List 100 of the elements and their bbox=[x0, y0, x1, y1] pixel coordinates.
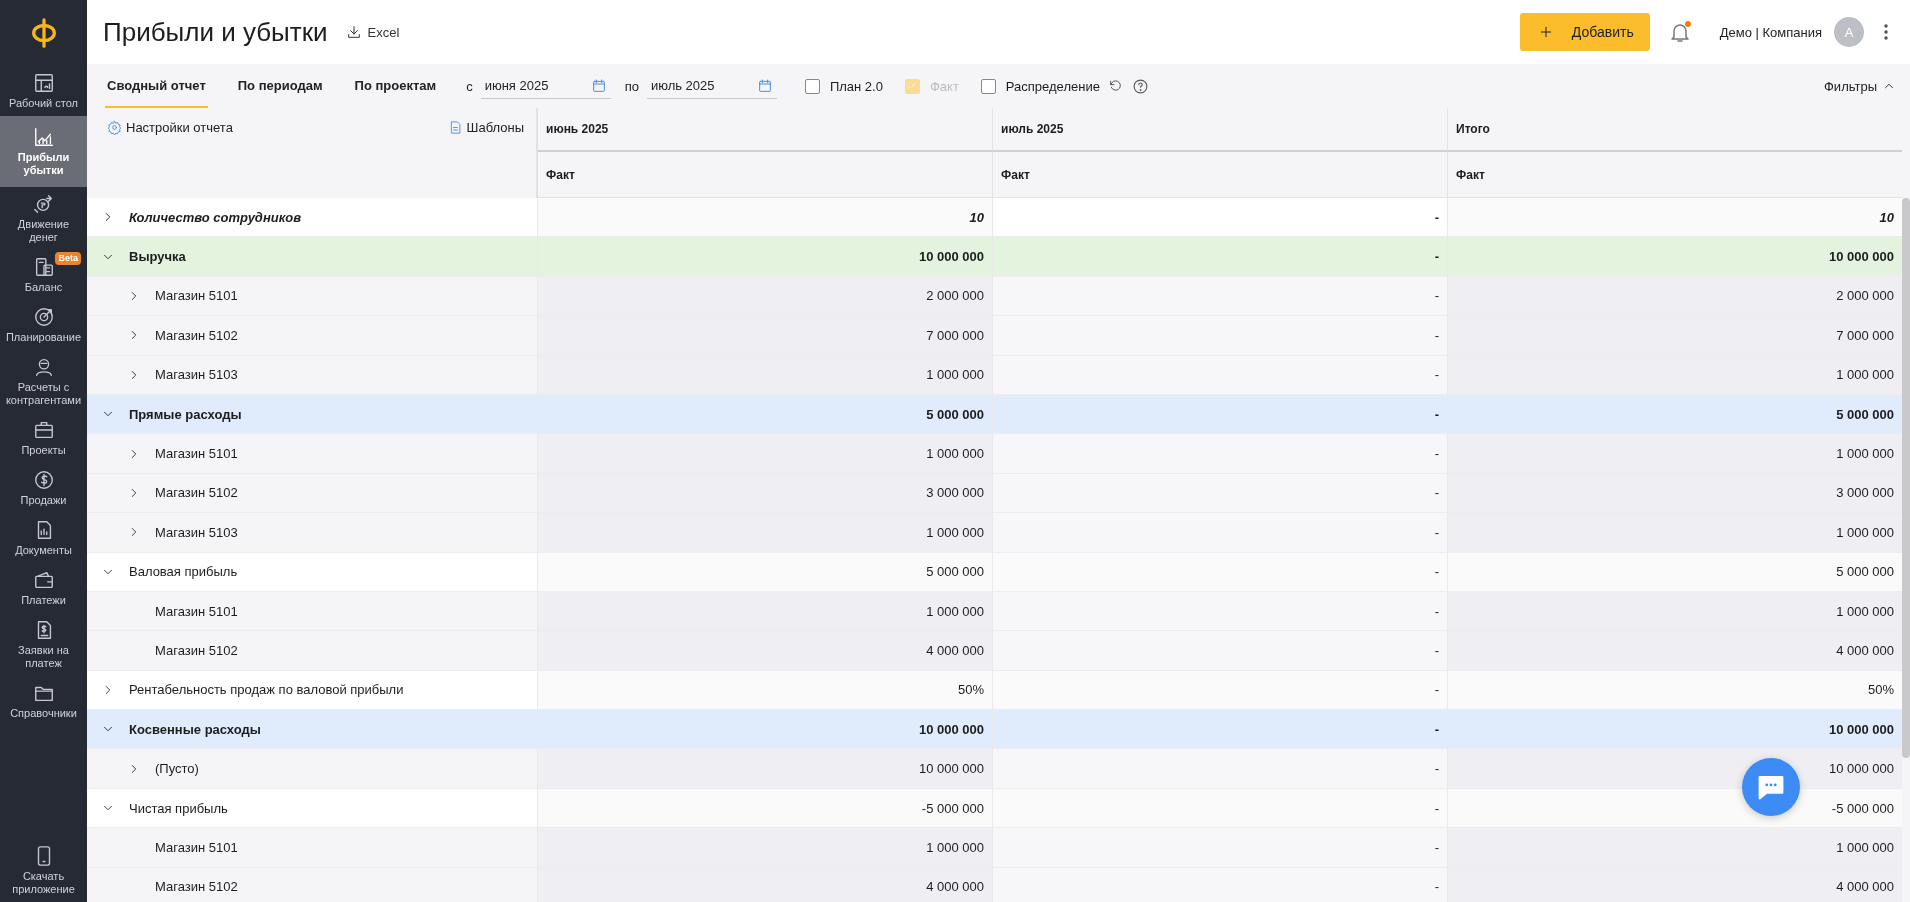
date-field[interactable]: июня 2025 bbox=[480, 73, 611, 99]
excel-export-button[interactable]: Excel bbox=[345, 24, 400, 40]
column-header: июль 2025 bbox=[992, 108, 1447, 152]
sidebar-item[interactable]: Рабочий стол bbox=[0, 66, 87, 116]
table-cell: - bbox=[1434, 406, 1439, 422]
row-label: Магазин 5103 bbox=[155, 524, 238, 540]
column-header: Факт bbox=[992, 152, 1447, 198]
table-cell: 1 000 000 bbox=[926, 367, 984, 383]
row-label: Магазин 5101 bbox=[155, 603, 238, 619]
table-cell: 10 bbox=[1879, 209, 1894, 225]
table-cell: 10 000 000 bbox=[918, 761, 984, 777]
sidebar-item[interactable]: Планирование bbox=[0, 300, 87, 350]
money-exchange-icon bbox=[32, 193, 55, 215]
row-label: Магазин 5102 bbox=[155, 643, 238, 658]
table-cell: - bbox=[1434, 446, 1439, 462]
sidebar-item[interactable]: Beta Баланс bbox=[0, 250, 87, 300]
download-icon bbox=[345, 24, 362, 40]
table-cell: 4 000 000 bbox=[926, 879, 984, 895]
checkbox[interactable] bbox=[980, 78, 996, 94]
row-label: Выручка bbox=[129, 249, 186, 265]
account-name[interactable]: Демо | Компания bbox=[1719, 24, 1822, 40]
scrollbar-thumb[interactable] bbox=[1902, 198, 1910, 758]
table-cell: 50% bbox=[1867, 682, 1894, 698]
table-cell: 10 000 000 bbox=[918, 249, 984, 265]
beta-badge: Beta bbox=[55, 252, 81, 265]
table-cell: - bbox=[1434, 879, 1439, 895]
calendar-icon bbox=[756, 77, 773, 94]
table-cell: - bbox=[1434, 721, 1439, 737]
sidebar-item[interactable]: Движение денег bbox=[0, 187, 87, 250]
sidebar-item[interactable]: Документы bbox=[0, 513, 87, 563]
table-cell: 2 000 000 bbox=[1836, 288, 1894, 304]
table-cell: 4 000 000 bbox=[1836, 879, 1894, 895]
report-settings-link[interactable]: Настройки отчета bbox=[107, 120, 233, 135]
checkbox-label: Распределение bbox=[1005, 78, 1100, 94]
table-cell: 3 000 000 bbox=[926, 485, 984, 501]
add-button[interactable]: Добавить bbox=[1519, 13, 1650, 51]
column-header: Факт bbox=[1447, 152, 1902, 198]
scrollbar[interactable] bbox=[1902, 108, 1910, 902]
row-label: Магазин 5102 bbox=[155, 327, 238, 343]
row-label: (Пусто) bbox=[155, 761, 199, 777]
table-cell: 10 000 000 bbox=[1828, 249, 1894, 265]
table-cell: - bbox=[1434, 288, 1439, 304]
row-label: Валовая прибыль bbox=[129, 564, 238, 580]
report-tab[interactable]: По проектам bbox=[352, 64, 439, 108]
table-cell: 4 000 000 bbox=[1836, 643, 1894, 658]
table-cell: 10 bbox=[969, 209, 984, 225]
checkbox-label: План 2.0 bbox=[829, 78, 883, 94]
table-cell: 10 000 000 bbox=[1828, 721, 1894, 737]
column-header: июнь 2025 bbox=[537, 108, 992, 152]
table-cell: 1 000 000 bbox=[1836, 367, 1894, 383]
templates-link[interactable]: Шаблоны bbox=[447, 120, 524, 135]
row-label: Прямые расходы bbox=[129, 406, 242, 422]
table-cell: - bbox=[1434, 485, 1439, 501]
column-header: Итого bbox=[1447, 108, 1902, 152]
table-cell: 5 000 000 bbox=[926, 564, 984, 580]
table-cell: - bbox=[1434, 564, 1439, 580]
reset-icon bbox=[1107, 78, 1124, 94]
table-cell: 5 000 000 bbox=[1836, 406, 1894, 422]
table-cell: - bbox=[1434, 249, 1439, 265]
briefcase-icon bbox=[32, 419, 55, 441]
date-field[interactable]: июль 2025 bbox=[646, 73, 777, 99]
table-cell: 2 000 000 bbox=[926, 288, 984, 304]
sidebar-item[interactable]: Расчеты с контрагентами bbox=[0, 350, 87, 413]
dashboard-icon bbox=[32, 72, 55, 94]
row-label: Рентабельность продаж по валовой прибыли bbox=[129, 682, 404, 698]
column-header: Факт bbox=[537, 152, 992, 198]
table-cell: - bbox=[1434, 761, 1439, 777]
table-cell: 1 000 000 bbox=[926, 446, 984, 462]
sidebar-item[interactable]: Платежи bbox=[0, 563, 87, 613]
kebab-icon bbox=[1882, 23, 1890, 41]
target-icon bbox=[32, 306, 55, 328]
sidebar-item[interactable]: Прибыли убытки bbox=[0, 116, 87, 187]
table-cell: - bbox=[1434, 603, 1439, 619]
table-cell: 1 000 000 bbox=[1836, 446, 1894, 462]
help-icon bbox=[1131, 77, 1149, 95]
sidebar-item[interactable]: Справочники bbox=[0, 676, 87, 726]
row-label: Магазин 5101 bbox=[155, 288, 238, 304]
report-tab[interactable]: По периодам bbox=[235, 64, 325, 108]
table-cell: - bbox=[1434, 643, 1439, 658]
sidebar-item[interactable]: Проекты bbox=[0, 413, 87, 463]
table-cell: 4 000 000 bbox=[926, 643, 984, 658]
filters-button[interactable]: Фильтры bbox=[1818, 77, 1902, 95]
table-cell: - bbox=[1434, 524, 1439, 540]
row-label: Количество сотрудников bbox=[129, 209, 302, 225]
sidebar-item[interactable]: Заявки на платеж bbox=[0, 613, 87, 676]
table-cell: - bbox=[1434, 839, 1439, 855]
row-label: Чистая прибыль bbox=[129, 800, 228, 816]
row-label: Магазин 5102 bbox=[155, 879, 238, 895]
table-cell: - bbox=[1434, 367, 1439, 383]
table-cell: 1 000 000 bbox=[1836, 603, 1894, 619]
table-cell: -5 000 000 bbox=[921, 800, 984, 816]
download-app-link[interactable]: Скачать приложение bbox=[0, 839, 87, 902]
table-cell: 10 000 000 bbox=[918, 721, 984, 737]
checkbox[interactable] bbox=[804, 78, 820, 94]
table-cell: 50% bbox=[957, 682, 984, 698]
row-label: Магазин 5102 bbox=[155, 485, 238, 501]
table-cell: - bbox=[1434, 682, 1439, 698]
row-label: Магазин 5101 bbox=[155, 446, 238, 462]
table-cell: 3 000 000 bbox=[1836, 485, 1894, 501]
sidebar-item[interactable]: Продажи bbox=[0, 463, 87, 513]
